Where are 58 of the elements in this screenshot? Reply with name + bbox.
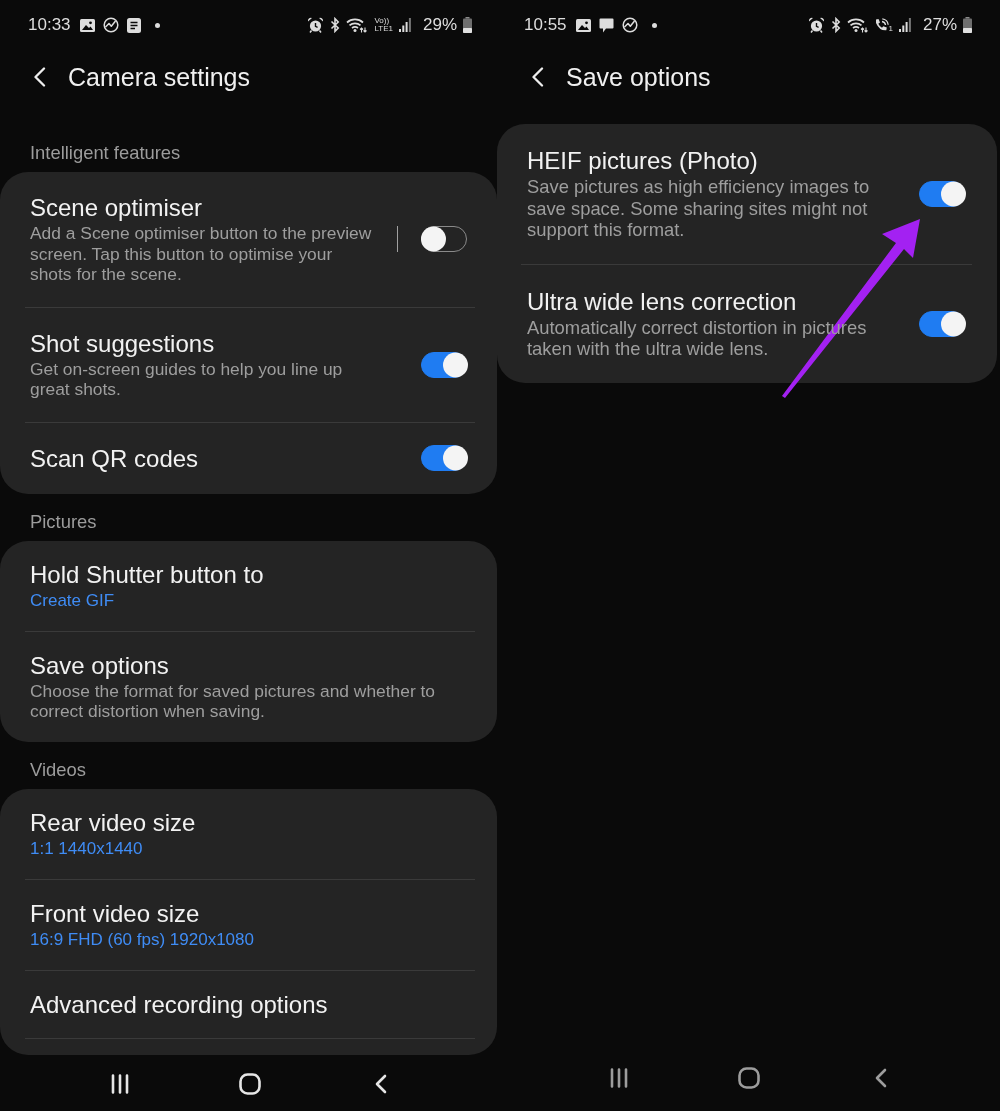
image-icon xyxy=(575,18,591,32)
back-icon[interactable] xyxy=(873,1068,887,1088)
recent-apps-icon[interactable] xyxy=(609,1068,629,1088)
back-icon[interactable] xyxy=(531,67,544,87)
toggle-switch[interactable] xyxy=(421,445,467,471)
wifi-icon xyxy=(346,17,368,33)
toggle-switch[interactable] xyxy=(919,310,965,337)
setting-value: 1:1 1440x1440 xyxy=(30,837,144,859)
battery-percent: 27% xyxy=(922,15,957,35)
battery-percent: 29% xyxy=(422,15,457,35)
setting-title[interactable]: Hold Shutter button to xyxy=(30,560,467,588)
setting-description: Save pictures as high efficiency images to save space. Some sharing sites might not support this format. xyxy=(527,176,871,241)
status-time: 10:33 xyxy=(28,15,71,35)
setting-title[interactable]: Front video size xyxy=(30,899,467,927)
section-header: Videos xyxy=(30,759,86,780)
call-mode-label: Vo)) xyxy=(374,17,390,25)
bluetooth-icon xyxy=(330,17,341,33)
document-icon xyxy=(126,17,141,33)
screen-title: Save options xyxy=(566,62,711,92)
activity-icon xyxy=(102,17,119,33)
setting-title[interactable]: Save options xyxy=(30,651,467,679)
setting-title[interactable]: Advanced recording options xyxy=(30,990,467,1018)
setting-title[interactable]: Ultra wide lens correction xyxy=(527,287,889,315)
setting-description: Add a Scene optimiser button to the preview screen. Tap this button to optimise your shots for the scene. xyxy=(30,223,373,285)
back-icon[interactable] xyxy=(33,67,46,87)
dot-icon xyxy=(154,22,160,28)
sim-number-label: 1 xyxy=(888,24,893,33)
setting-title[interactable]: Scan QR codes xyxy=(30,444,199,472)
image-icon xyxy=(79,18,95,32)
setting-description: Choose the format for saved pictures and whether to correct distortion when saving. xyxy=(30,680,437,722)
wifi-icon xyxy=(846,17,868,33)
status-time: 10:55 xyxy=(524,15,567,35)
battery-icon xyxy=(963,17,972,33)
battery-icon xyxy=(463,17,472,33)
wifi-call-icon xyxy=(873,17,889,33)
activity-icon xyxy=(621,17,638,33)
setting-value: 16:9 FHD (60 fps) 1920x1080 xyxy=(30,928,255,950)
alarm-clock-icon xyxy=(307,17,325,33)
back-icon[interactable] xyxy=(373,1073,387,1094)
section-header: Pictures xyxy=(30,511,97,532)
setting-title[interactable]: Scene optimiser xyxy=(30,194,375,221)
setting-title[interactable]: Rear video size xyxy=(30,808,467,836)
home-icon[interactable] xyxy=(738,1067,760,1089)
setting-value: Create GIF xyxy=(30,589,116,611)
setting-title[interactable]: HEIF pictures (Photo) xyxy=(527,147,889,174)
section-header: Intelligent features xyxy=(30,143,181,163)
setting-title[interactable]: Shot suggestions xyxy=(30,329,375,357)
toggle-switch[interactable] xyxy=(421,351,467,378)
signal-icon xyxy=(898,18,911,32)
network-label: LTE1 xyxy=(374,25,393,33)
setting-description: Get on-screen guides to help you line up great shots. xyxy=(30,358,344,400)
message-icon xyxy=(598,17,614,33)
alarm-clock-icon xyxy=(807,17,825,33)
signal-icon xyxy=(398,18,411,32)
dot-icon xyxy=(651,22,657,28)
bluetooth-icon xyxy=(830,17,841,33)
screen-title: Camera settings xyxy=(68,62,251,92)
toggle-switch[interactable] xyxy=(919,180,965,207)
